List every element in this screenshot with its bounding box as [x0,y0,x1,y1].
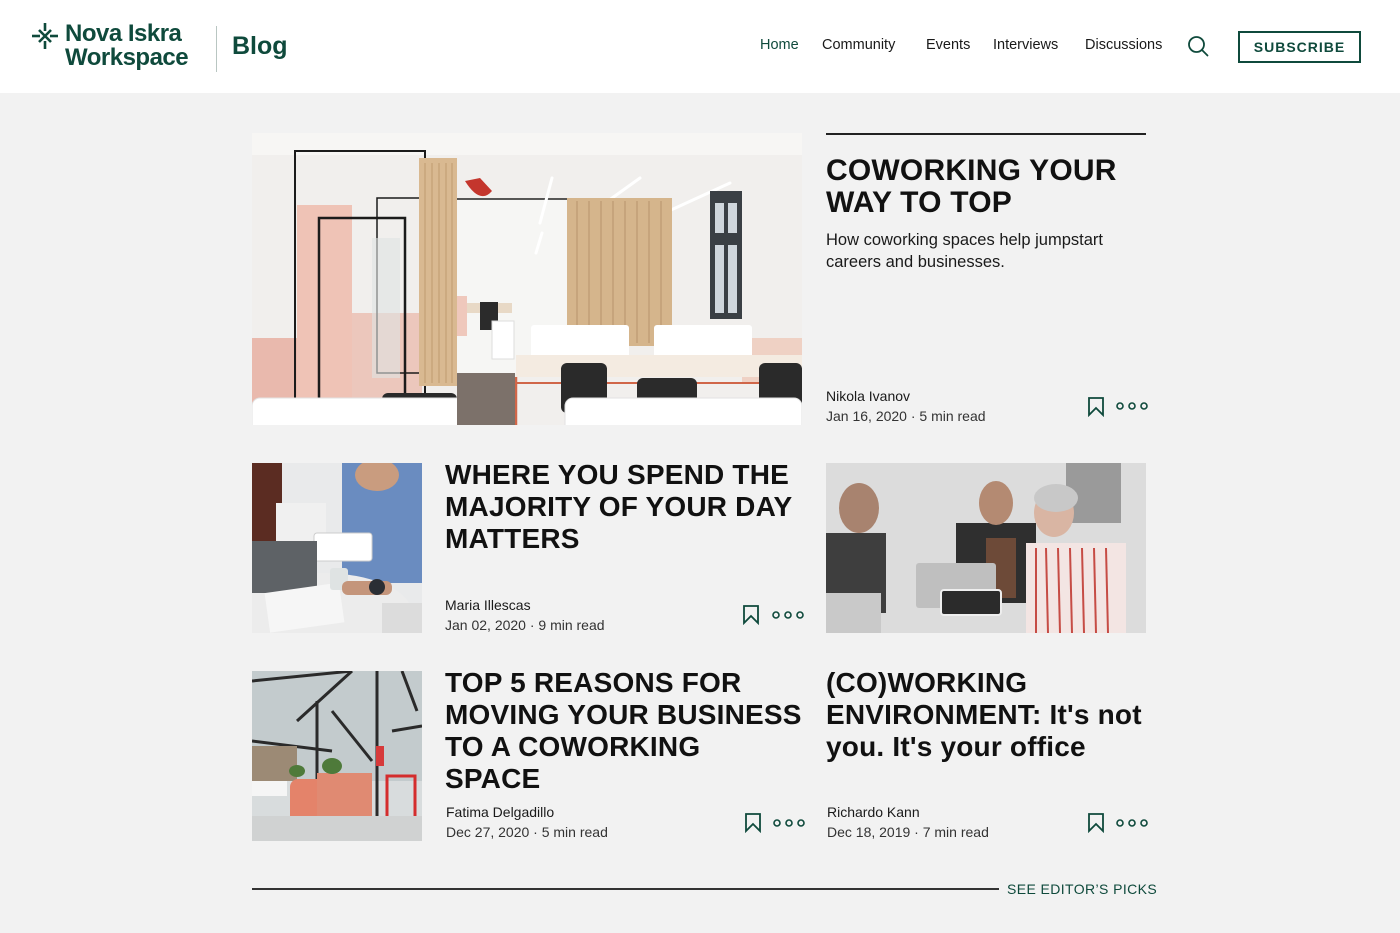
more-options-icon[interactable] [772,610,804,620]
article-title-line: WHERE YOU SPEND THE [445,459,789,490]
article-image-meeting[interactable] [252,463,422,633]
subscribe-button[interactable]: SUBSCRIBE [1238,31,1361,63]
brand-name: Nova Iskra Workspace [65,20,189,71]
featured-title-line1: COWORKING YOUR [826,154,1117,187]
article-author[interactable]: Richardo Kann [827,804,920,820]
atrium-illustration [252,671,422,841]
nav-item-discussions[interactable]: Discussions [1085,37,1162,53]
featured-top-rule [826,133,1146,135]
section-title: Blog [232,32,288,60]
article-title-line: TOP 5 REASONS FOR [445,667,742,698]
bookmark-icon[interactable] [742,605,760,625]
article-image-coworkers[interactable] [826,463,1146,633]
article-date: Dec 18, 2019 · 7 min read [827,824,989,840]
article-title-line: (CO)WORKING [826,667,1028,698]
featured-article-title[interactable]: COWORKING YOUR WAY TO TOP [826,155,1117,219]
logo-divider [216,26,217,72]
article-title[interactable]: (CO)WORKING ENVIRONMENT: It's not you. I… [826,667,1142,763]
more-options-icon[interactable] [773,818,805,828]
featured-subtitle-line2: careers and businesses. [826,253,1005,271]
more-options-icon[interactable] [1116,401,1148,411]
featured-article-subtitle: How coworking spaces help jumpstart care… [826,229,1103,273]
article-title-line: ENVIRONMENT: It's not [826,699,1142,730]
brand-name-line1: Nova Iskra [65,20,182,47]
section-divider [252,888,999,890]
article-date: Dec 27, 2020 · 5 min read [446,824,608,840]
article-title-line: SPACE [445,763,541,794]
article-title-line: MAJORITY OF YOUR DAY [445,491,793,522]
article-title[interactable]: TOP 5 REASONS FOR MOVING YOUR BUSINESS T… [445,667,802,795]
article-date: Jan 02, 2020 · 9 min read [445,617,605,633]
bookmark-icon[interactable] [1087,813,1105,833]
see-editors-picks-link[interactable]: SEE EDITOR’S PICKS [1007,881,1157,897]
brand-name-line2: Workspace [65,44,189,71]
article-title-line: TO A COWORKING [445,731,701,762]
article-title[interactable]: WHERE YOU SPEND THE MAJORITY OF YOUR DAY… [445,459,792,555]
article-title-line: MATTERS [445,523,580,554]
office-interior-illustration [252,133,802,425]
article-title-line: you. It's your office [826,731,1086,762]
bookmark-icon[interactable] [744,813,762,833]
featured-article-date: Jan 16, 2020 · 5 min read [826,408,986,424]
featured-subtitle-line1: How coworking spaces help jumpstart [826,231,1103,249]
nav-item-community[interactable]: Community [822,37,895,53]
meeting-illustration [252,463,422,633]
search-icon[interactable] [1187,35,1209,57]
nav-item-home[interactable]: Home [760,37,799,53]
nav-item-interviews[interactable]: Interviews [993,37,1058,53]
article-author[interactable]: Maria Illescas [445,597,531,613]
top-navigation-bar: Nova Iskra Workspace Blog Home Community… [0,0,1400,93]
article-title-line: MOVING YOUR BUSINESS [445,699,802,730]
more-options-icon[interactable] [1116,818,1148,828]
coworkers-illustration [826,463,1146,633]
article-author[interactable]: Fatima Delgadillo [446,804,554,820]
featured-article-author[interactable]: Nikola Ivanov [826,388,910,404]
bookmark-icon[interactable] [1087,397,1105,417]
spark-asterisk-icon [32,23,58,49]
featured-article-image[interactable] [252,133,802,425]
featured-title-line2: WAY TO TOP [826,186,1012,219]
article-image-atrium[interactable] [252,671,422,841]
nav-item-events[interactable]: Events [926,37,970,53]
